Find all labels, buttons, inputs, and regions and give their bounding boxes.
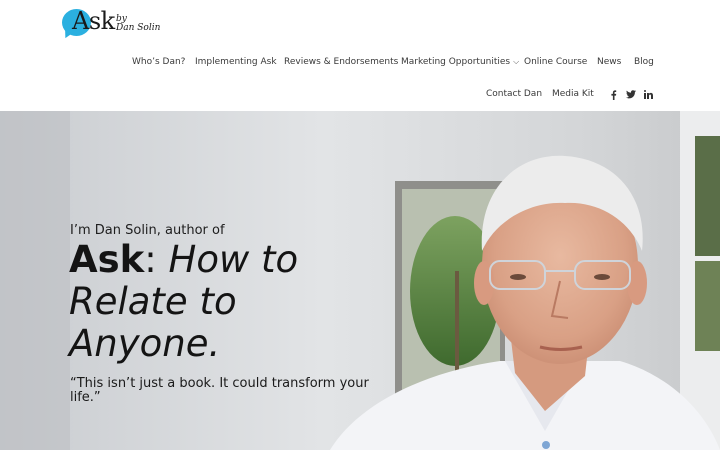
nav-media-kit[interactable]: Media Kit	[552, 89, 594, 99]
hero-section: I’m Dan Solin, author of Ask: How to Rel…	[0, 111, 720, 450]
hero-quote: “This isn’t just a book. It could transf…	[70, 376, 369, 405]
hero-title-colon: :	[144, 238, 169, 281]
nav-online-course[interactable]: Online Course	[524, 57, 587, 67]
logo-ask-text: Ask	[72, 7, 115, 35]
nav-reviews-endorsements[interactable]: Reviews & Endorsements	[284, 57, 398, 67]
chevron-down-icon: ⌵	[513, 57, 520, 66]
nav-contact-dan[interactable]: Contact Dan	[486, 89, 542, 99]
nav-news[interactable]: News	[597, 57, 621, 67]
hero-title-ask: Ask	[69, 238, 145, 281]
nav-whos-dan[interactable]: Who’s Dan?	[132, 57, 185, 67]
hero-intro-text: I’m Dan Solin, author of	[70, 223, 225, 238]
site-logo[interactable]: Ask by Dan Solin	[61, 7, 162, 41]
linkedin-icon[interactable]	[643, 89, 654, 100]
nav-implementing-ask[interactable]: Implementing Ask	[195, 57, 277, 67]
site-header: Ask by Dan Solin Who’s Dan? Implementing…	[0, 0, 720, 111]
nav-marketing-opportunities[interactable]: Marketing Opportunities ⌵	[401, 57, 519, 67]
twitter-icon[interactable]	[625, 89, 636, 100]
hero-headline: Ask: How to Relate to Anyone.	[69, 239, 359, 365]
facebook-icon[interactable]	[608, 89, 619, 100]
logo-author-name: Dan Solin	[116, 23, 161, 33]
nav-blog[interactable]: Blog	[634, 57, 654, 67]
nav-marketing-label: Marketing Opportunities	[401, 57, 511, 67]
